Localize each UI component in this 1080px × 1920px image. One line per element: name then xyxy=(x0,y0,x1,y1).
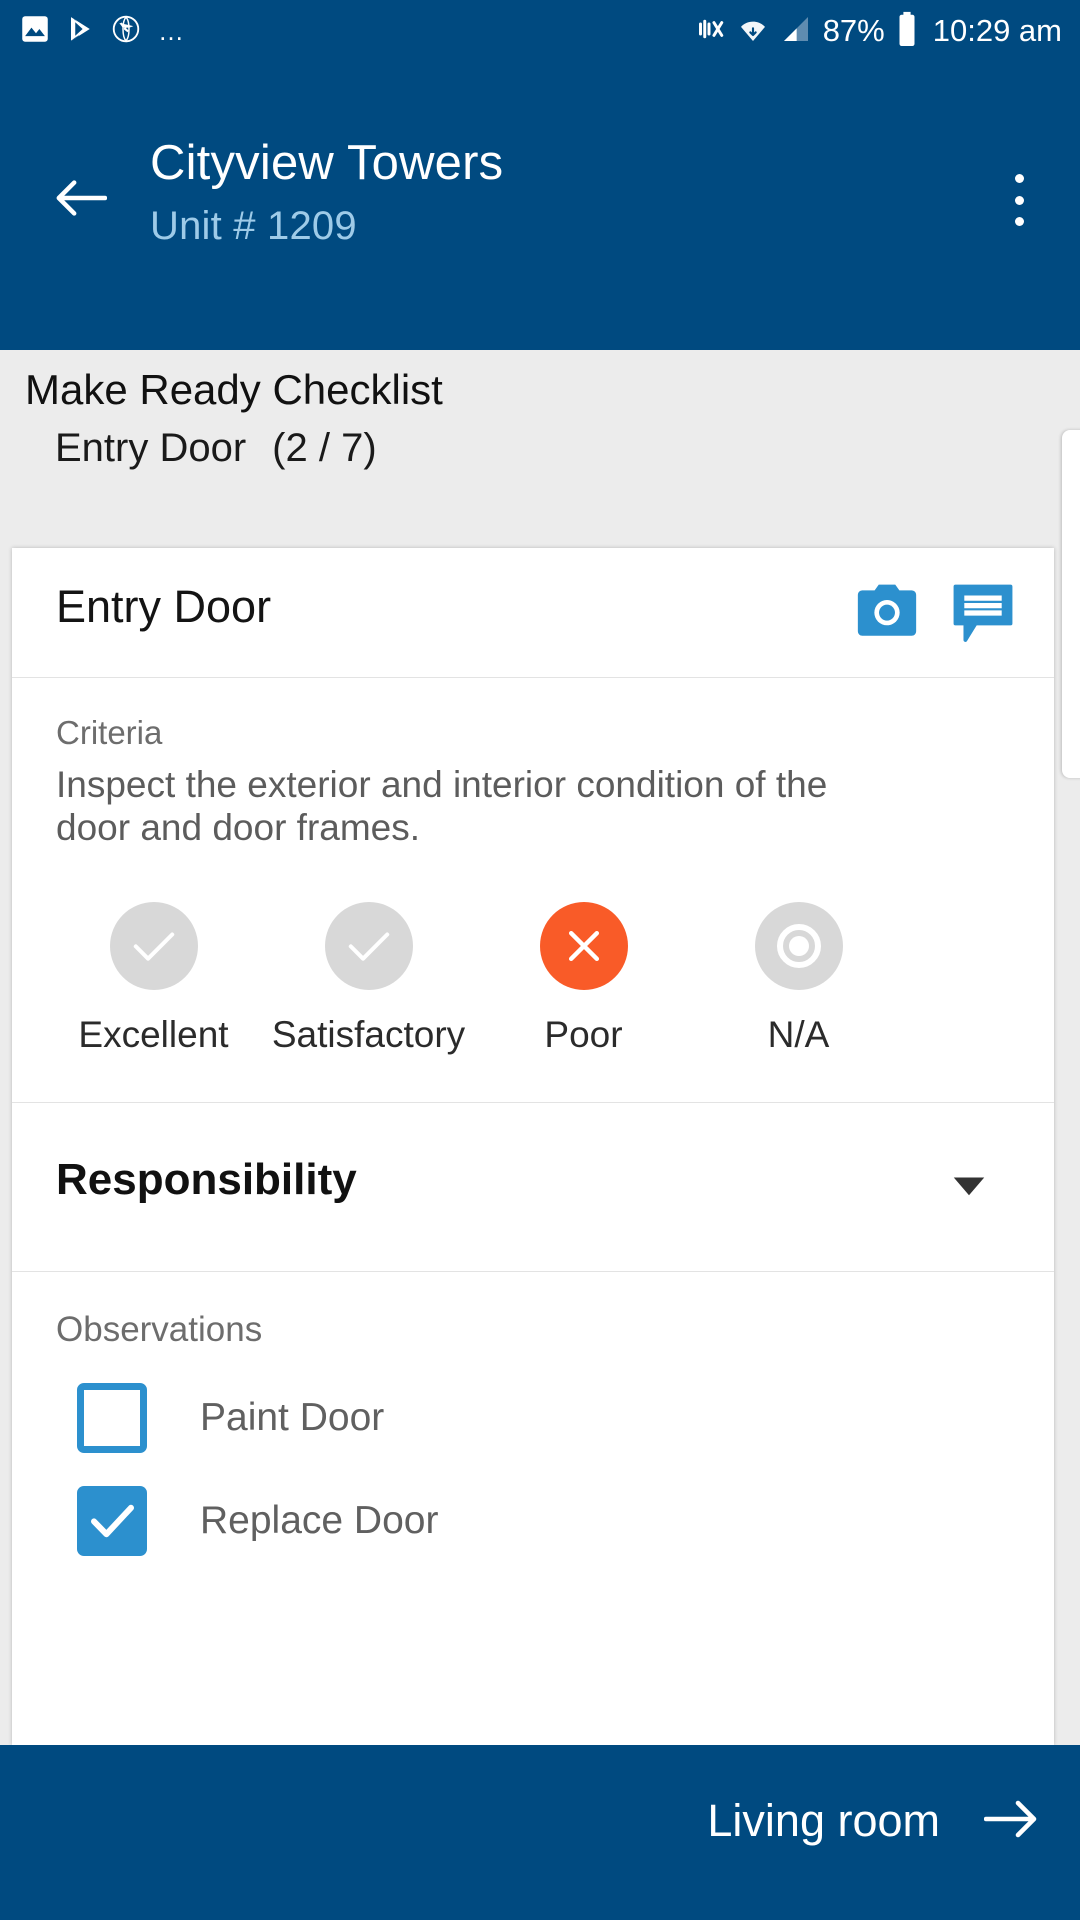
card-header-actions xyxy=(854,580,1016,651)
checklist-title: Make Ready Checklist xyxy=(25,366,443,413)
back-arrow-icon xyxy=(53,177,108,224)
close-icon xyxy=(568,930,599,961)
criteria-text: Inspect the exterior and interior condit… xyxy=(56,764,828,849)
globe-icon xyxy=(110,12,142,51)
inspection-item-card: Entry Door Criteria Inspect the exterior… xyxy=(12,548,1054,1745)
overflow-menu-icon xyxy=(1014,195,1024,205)
rating-label: Poor xyxy=(544,1013,623,1055)
observation-label: Paint Door xyxy=(200,1395,385,1439)
chevron-down-icon xyxy=(952,1175,986,1202)
rating-bubble xyxy=(109,901,198,990)
rating-option-excellent[interactable]: Excellent xyxy=(46,901,261,1056)
rating-option-satisfactory[interactable]: Satisfactory xyxy=(261,901,476,1056)
overflow-menu-button[interactable] xyxy=(992,170,1046,230)
status-bar: … 87% 10:29 am xyxy=(0,0,1080,62)
rating-label: Satisfactory xyxy=(271,1013,466,1055)
observations-block: Observations Paint Door Replace Door xyxy=(12,1272,1054,1556)
status-clock: 10:29 am xyxy=(932,13,1062,48)
check-icon xyxy=(133,932,174,961)
image-icon xyxy=(18,12,52,51)
card-header: Entry Door xyxy=(12,548,1054,678)
page-subtitle: Unit # 1209 xyxy=(150,204,357,248)
back-button[interactable] xyxy=(52,172,108,228)
cellular-signal-icon xyxy=(780,12,812,51)
overflow-menu-icon xyxy=(1014,174,1024,183)
page-title: Cityview Towers xyxy=(150,136,504,190)
checklist-progress-count: (2 / 7) xyxy=(272,426,377,470)
next-room-button[interactable]: Living room xyxy=(707,1795,1040,1847)
rating-label: Excellent xyxy=(78,1013,229,1055)
status-bar-left: … xyxy=(18,12,186,51)
next-room-label: Living room xyxy=(707,1795,940,1846)
comment-icon xyxy=(953,584,1013,642)
observation-row[interactable]: Paint Door xyxy=(56,1382,1010,1453)
responsibility-label: Responsibility xyxy=(56,1154,357,1204)
rating-options: Excellent Satisfactory Poor N/A xyxy=(12,901,1054,1056)
app-bar: Cityview Towers Unit # 1209 xyxy=(0,62,1080,350)
play-store-icon xyxy=(66,12,96,51)
overflow-menu-icon xyxy=(1014,217,1024,226)
battery-percent-label: 87% xyxy=(822,13,885,48)
checklist-progress-row: Entry Door (2 / 7) xyxy=(55,426,377,471)
forward-arrow-icon xyxy=(983,1798,1040,1845)
checkbox-replace-door[interactable] xyxy=(77,1485,147,1556)
observation-label: Replace Door xyxy=(200,1498,439,1542)
checklist-section-name: Entry Door xyxy=(55,426,247,470)
responsibility-dropdown[interactable]: Responsibility xyxy=(12,1103,1054,1271)
checkbox-paint-door[interactable] xyxy=(77,1382,147,1453)
bottom-navigation-bar: Living room xyxy=(0,1745,1080,1920)
circle-ring-icon xyxy=(776,923,821,968)
rating-label: N/A xyxy=(767,1013,830,1055)
item-title: Entry Door xyxy=(56,581,272,632)
next-card-peek[interactable] xyxy=(1062,430,1080,778)
wifi-icon xyxy=(737,12,769,51)
rating-bubble xyxy=(324,901,413,990)
battery-icon xyxy=(896,11,918,52)
camera-icon xyxy=(857,584,917,636)
checklist-subheader: Make Ready Checklist Entry Door (2 / 7) xyxy=(0,350,1080,548)
status-overflow-dots: … xyxy=(158,16,186,46)
camera-button[interactable] xyxy=(854,580,920,647)
criteria-block: Criteria Inspect the exterior and interi… xyxy=(12,678,1054,850)
rating-option-poor[interactable]: Poor xyxy=(476,901,691,1056)
criteria-label: Criteria xyxy=(56,714,163,751)
status-bar-right: 87% 10:29 am xyxy=(692,11,1062,52)
rating-bubble xyxy=(754,901,843,990)
vibrate-mute-icon xyxy=(692,12,726,51)
observation-row[interactable]: Replace Door xyxy=(56,1485,1010,1556)
check-icon xyxy=(348,932,389,961)
check-icon xyxy=(91,1504,134,1537)
app-screen: … 87% 10:29 am Cityview Towers Unit # 12… xyxy=(0,0,1080,1920)
observations-label: Observations xyxy=(56,1309,263,1349)
rating-bubble xyxy=(539,901,628,990)
rating-option-na[interactable]: N/A xyxy=(691,901,906,1056)
comment-button[interactable] xyxy=(950,580,1016,651)
